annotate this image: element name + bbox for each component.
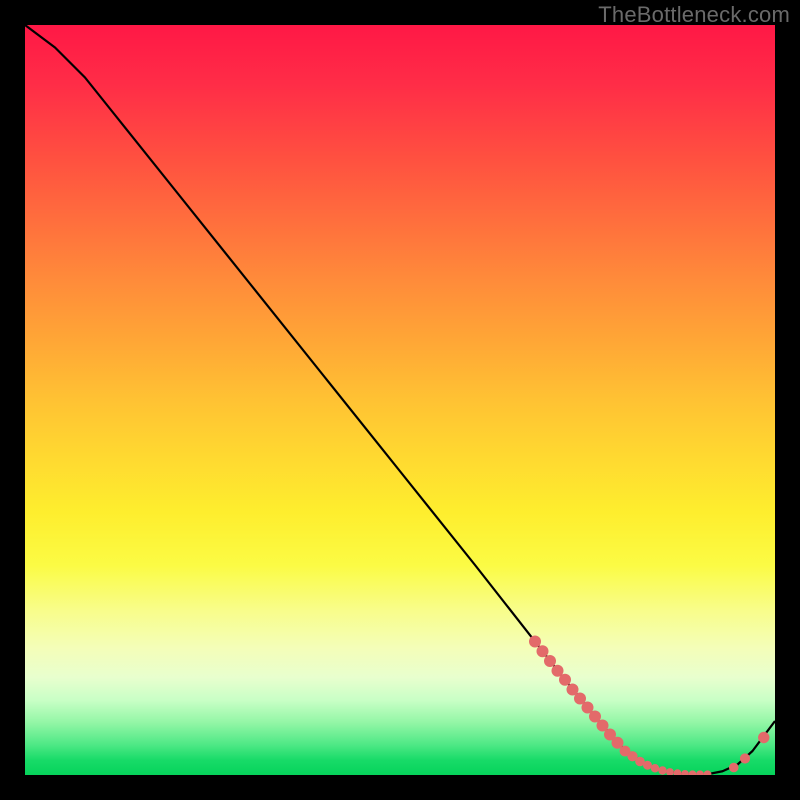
marker-dot [666,768,674,775]
marker-dot [643,761,652,770]
marker-dot [758,732,769,743]
curve-markers [529,636,769,776]
marker-dot [559,674,571,686]
marker-dot [658,766,666,774]
marker-dot [674,769,682,775]
marker-dot [729,763,739,773]
marker-dot [681,770,689,775]
marker-dot [740,753,750,763]
marker-dot [529,636,541,648]
watermark-label: TheBottleneck.com [598,2,790,28]
marker-dot [689,770,697,775]
marker-dot [544,655,556,667]
marker-dot [537,645,549,657]
plot-area [25,25,775,775]
curve-svg [25,25,775,775]
marker-dot [651,764,659,772]
chart-frame: TheBottleneck.com [0,0,800,800]
marker-dot [696,770,704,775]
curve-line [25,25,775,774]
marker-dot [704,770,712,775]
